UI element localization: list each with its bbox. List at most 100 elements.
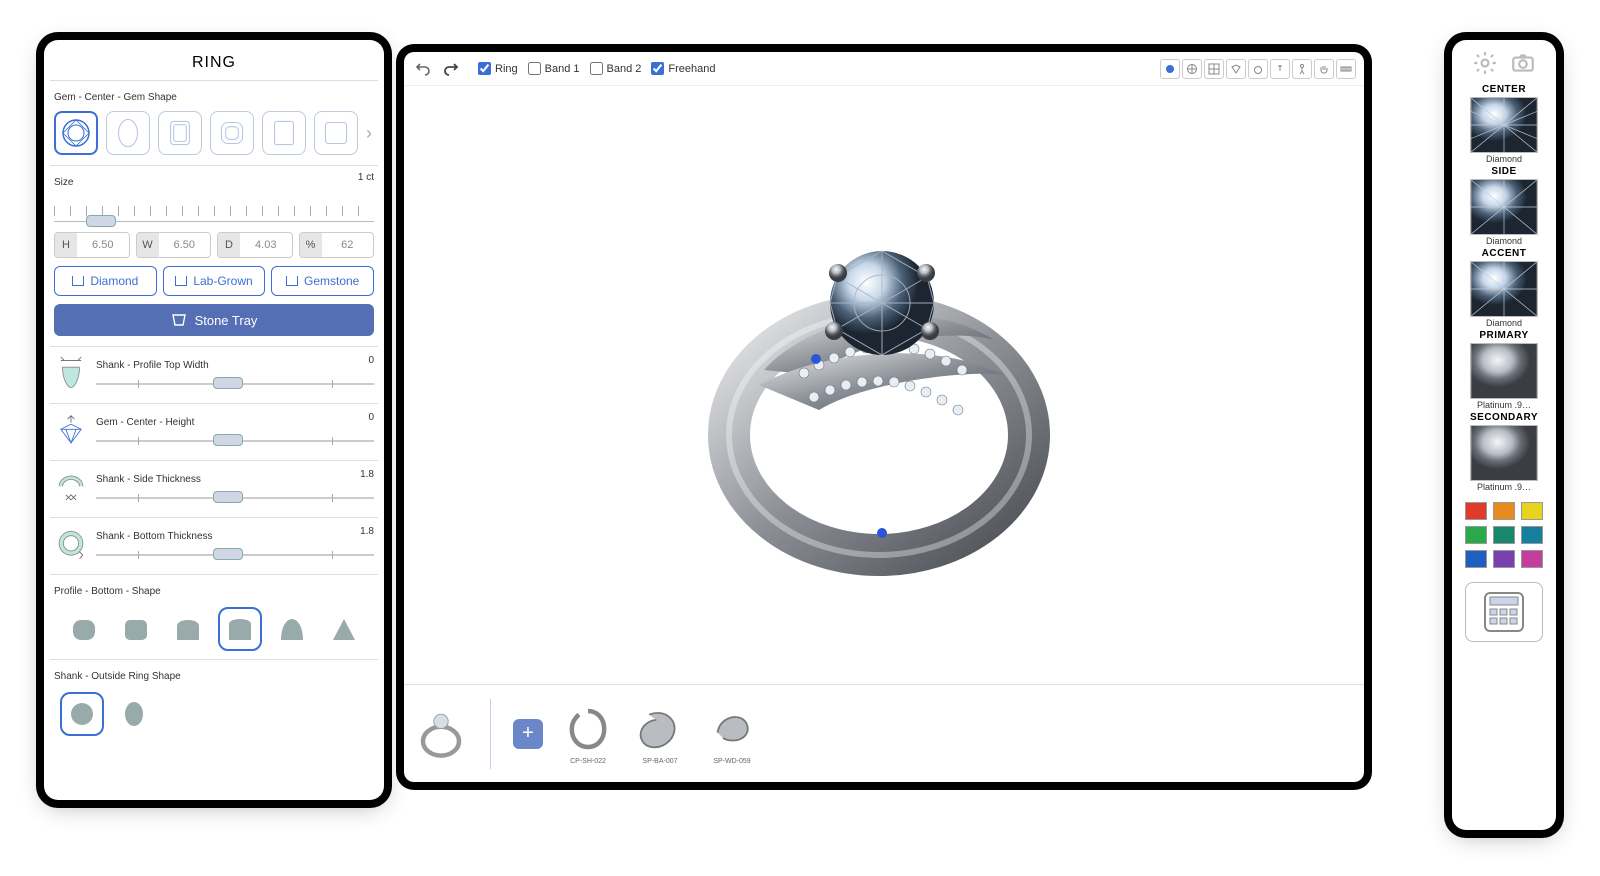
view-ring[interactable] — [1248, 59, 1268, 79]
view-grid[interactable] — [1204, 59, 1224, 79]
prop-center-height: Gem - Center - Height 0 — [50, 403, 378, 460]
side-thick-slider[interactable] — [96, 497, 374, 499]
btn-gemstone[interactable]: Gemstone — [271, 266, 374, 296]
stone-btn-row: Diamond Lab-Grown Gemstone — [54, 266, 374, 296]
color-swatch-1[interactable] — [1493, 502, 1515, 520]
slider-handle[interactable] — [213, 377, 243, 389]
shape-emerald[interactable] — [158, 111, 202, 155]
camera-icon[interactable] — [1510, 50, 1536, 76]
profile-1[interactable] — [64, 609, 104, 649]
toolbar: Ring Band 1 Band 2 Freehand — [404, 52, 1364, 86]
tray-current[interactable] — [414, 707, 468, 761]
left-panel: RING Gem - Center - Gem Shape › Size 1 c… — [44, 40, 384, 800]
btn-lab[interactable]: Lab-Grown — [163, 266, 266, 296]
tray-item-2[interactable]: SP-WD-059 — [705, 702, 759, 765]
prop-profile-top: Shank - Profile Top Width 0 — [50, 346, 378, 403]
center-height-icon — [54, 412, 88, 450]
settings-icon[interactable] — [1472, 50, 1498, 76]
profile-5[interactable] — [272, 609, 312, 649]
view-pin[interactable] — [1270, 59, 1290, 79]
chk-freehand[interactable]: Freehand — [651, 62, 715, 75]
size-value: 1 ct — [358, 172, 374, 183]
profile-6[interactable] — [324, 609, 364, 649]
chk-band2[interactable]: Band 2 — [590, 62, 642, 75]
panel-title: RING — [50, 46, 378, 80]
slider-handle[interactable] — [213, 548, 243, 560]
color-swatch-5[interactable] — [1521, 526, 1543, 544]
outside-1[interactable] — [62, 694, 102, 734]
profile-3[interactable] — [168, 609, 208, 649]
outside-2[interactable] — [114, 694, 154, 734]
canvas-area[interactable] — [404, 86, 1364, 684]
side-swatch[interactable] — [1470, 179, 1538, 235]
mat-primary: PRIMARY Platinum .9… — [1458, 330, 1550, 410]
tray-icon — [171, 313, 187, 327]
shape-more-chevron[interactable]: › — [366, 123, 372, 144]
prop-bottom-thick: Shank - Bottom Thickness 1.8 — [50, 517, 378, 574]
tray: + CP-SH-022 SP-BA-007 SP-WD-059 — [404, 684, 1364, 782]
bottom-thick-icon — [54, 526, 88, 564]
dim-w[interactable]: W6.50 — [136, 232, 212, 258]
center-swatch[interactable] — [1470, 97, 1538, 153]
color-swatch-0[interactable] — [1465, 502, 1487, 520]
color-swatch-4[interactable] — [1493, 526, 1515, 544]
mat-center: CENTER Diamond — [1458, 84, 1550, 164]
tray-add-button[interactable]: + — [513, 719, 543, 749]
view-hand[interactable] — [1314, 59, 1334, 79]
primary-swatch[interactable] — [1470, 343, 1538, 399]
view-diamond[interactable] — [1226, 59, 1246, 79]
slider-handle[interactable] — [213, 434, 243, 446]
undo-button[interactable] — [412, 58, 434, 80]
shape-round[interactable] — [54, 111, 98, 155]
shape-radiant[interactable] — [262, 111, 306, 155]
calculator-button[interactable] — [1465, 582, 1543, 642]
prop-side-thick: Shank - Side Thickness 1.8 — [50, 460, 378, 517]
tray-divider — [490, 699, 491, 769]
color-swatch-7[interactable] — [1493, 550, 1515, 568]
side-thick-icon — [54, 469, 88, 507]
color-swatch-2[interactable] — [1521, 502, 1543, 520]
dim-p[interactable]: %62 — [299, 232, 375, 258]
secondary-swatch[interactable] — [1470, 425, 1538, 481]
profile-top-slider[interactable] — [96, 383, 374, 385]
size-handle[interactable] — [86, 215, 116, 227]
chk-band1[interactable]: Band 1 — [528, 62, 580, 75]
color-swatch-6[interactable] — [1465, 550, 1487, 568]
redo-button[interactable] — [440, 58, 462, 80]
dim-d[interactable]: D4.03 — [217, 232, 293, 258]
size-label: Size — [54, 177, 73, 188]
view-figure[interactable] — [1292, 59, 1312, 79]
outside-shape-row — [54, 694, 374, 734]
size-section: Size 1 ct H6.50 W6.50 D4.03 %62 Diamond … — [50, 165, 378, 346]
color-swatch-3[interactable] — [1465, 526, 1487, 544]
gem-shape-row: › — [54, 111, 374, 155]
bottom-thick-slider[interactable] — [96, 554, 374, 556]
dim-row: H6.50 W6.50 D4.03 %62 — [54, 232, 374, 258]
size-ruler[interactable] — [54, 198, 374, 222]
cart-icon — [175, 276, 187, 286]
shape-asscher[interactable] — [314, 111, 358, 155]
mat-accent: ACCENT Diamond — [1458, 248, 1550, 328]
gem-shape-label: Gem - Center - Gem Shape — [54, 92, 177, 103]
tray-item-1[interactable]: SP-BA-007 — [633, 702, 687, 765]
ring-render — [664, 165, 1104, 605]
accent-swatch[interactable] — [1470, 261, 1538, 317]
btn-diamond[interactable]: Diamond — [54, 266, 157, 296]
stone-tray-button[interactable]: Stone Tray — [54, 304, 374, 336]
view-measure[interactable] — [1336, 59, 1356, 79]
profile-2[interactable] — [116, 609, 156, 649]
mat-secondary: SECONDARY Platinum .9… — [1458, 412, 1550, 492]
slider-handle[interactable] — [213, 491, 243, 503]
cart-icon — [72, 276, 84, 286]
center-height-slider[interactable] — [96, 440, 374, 442]
chk-ring[interactable]: Ring — [478, 62, 518, 75]
view-render[interactable] — [1160, 59, 1180, 79]
tray-item-0[interactable]: CP-SH-022 — [561, 702, 615, 765]
outside-shape-section: Shank - Outside Ring Shape — [50, 659, 378, 744]
view-globe[interactable] — [1182, 59, 1202, 79]
color-swatch-8[interactable] — [1521, 550, 1543, 568]
profile-4[interactable] — [220, 609, 260, 649]
shape-cushion[interactable] — [210, 111, 254, 155]
dim-h[interactable]: H6.50 — [54, 232, 130, 258]
shape-oval[interactable] — [106, 111, 150, 155]
